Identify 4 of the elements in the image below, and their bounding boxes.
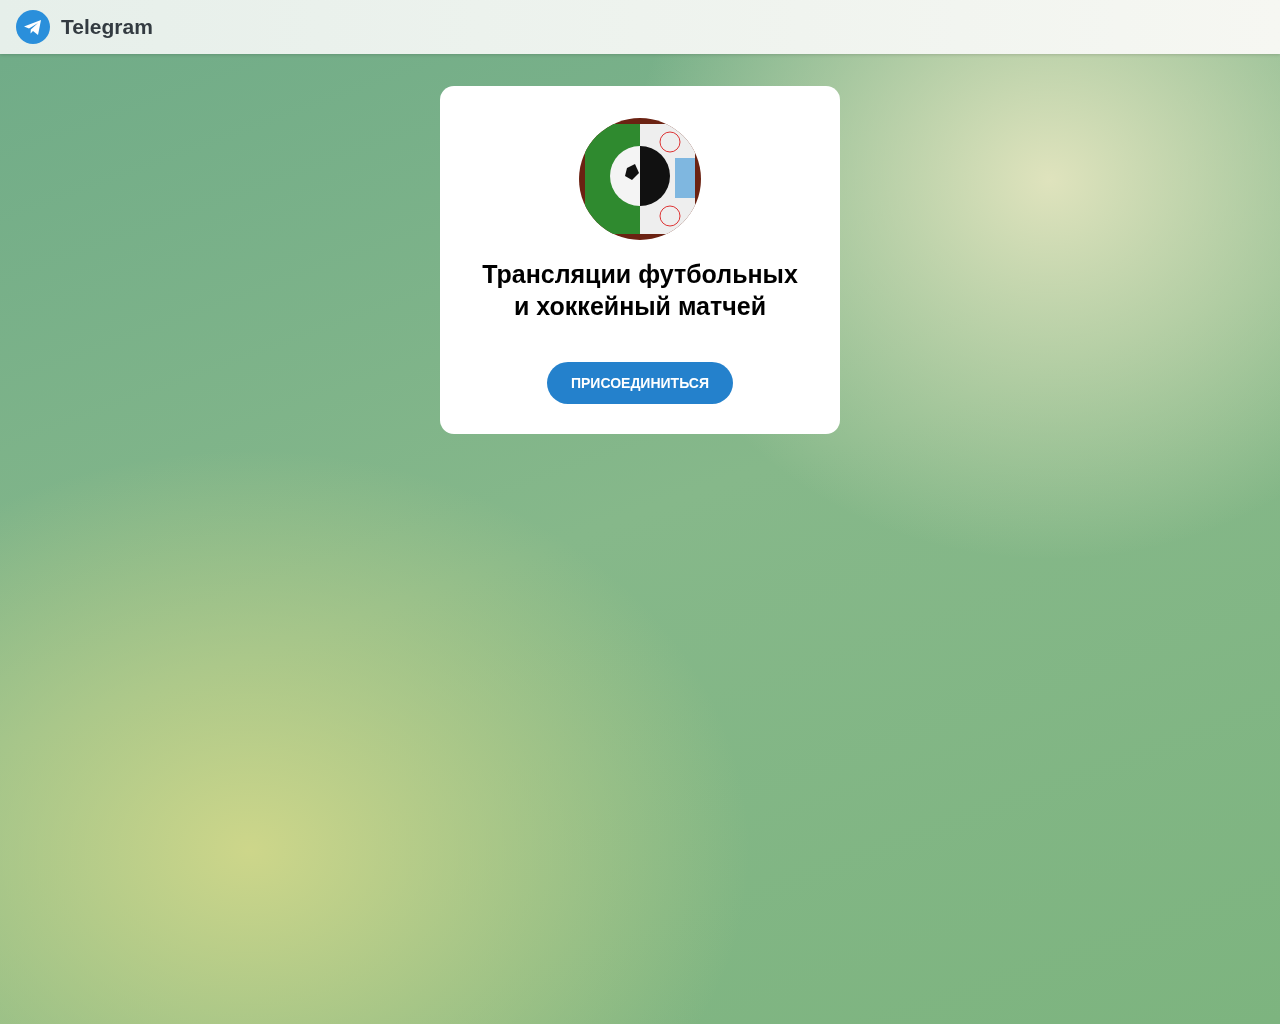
join-button[interactable]: ПРИСОЕДИНИТЬСЯ [546,362,734,404]
telegram-logo-icon [16,10,50,44]
channel-title: Трансляции футбольных и хоккейный матчей [482,259,798,322]
app-name: Telegram [61,15,153,39]
